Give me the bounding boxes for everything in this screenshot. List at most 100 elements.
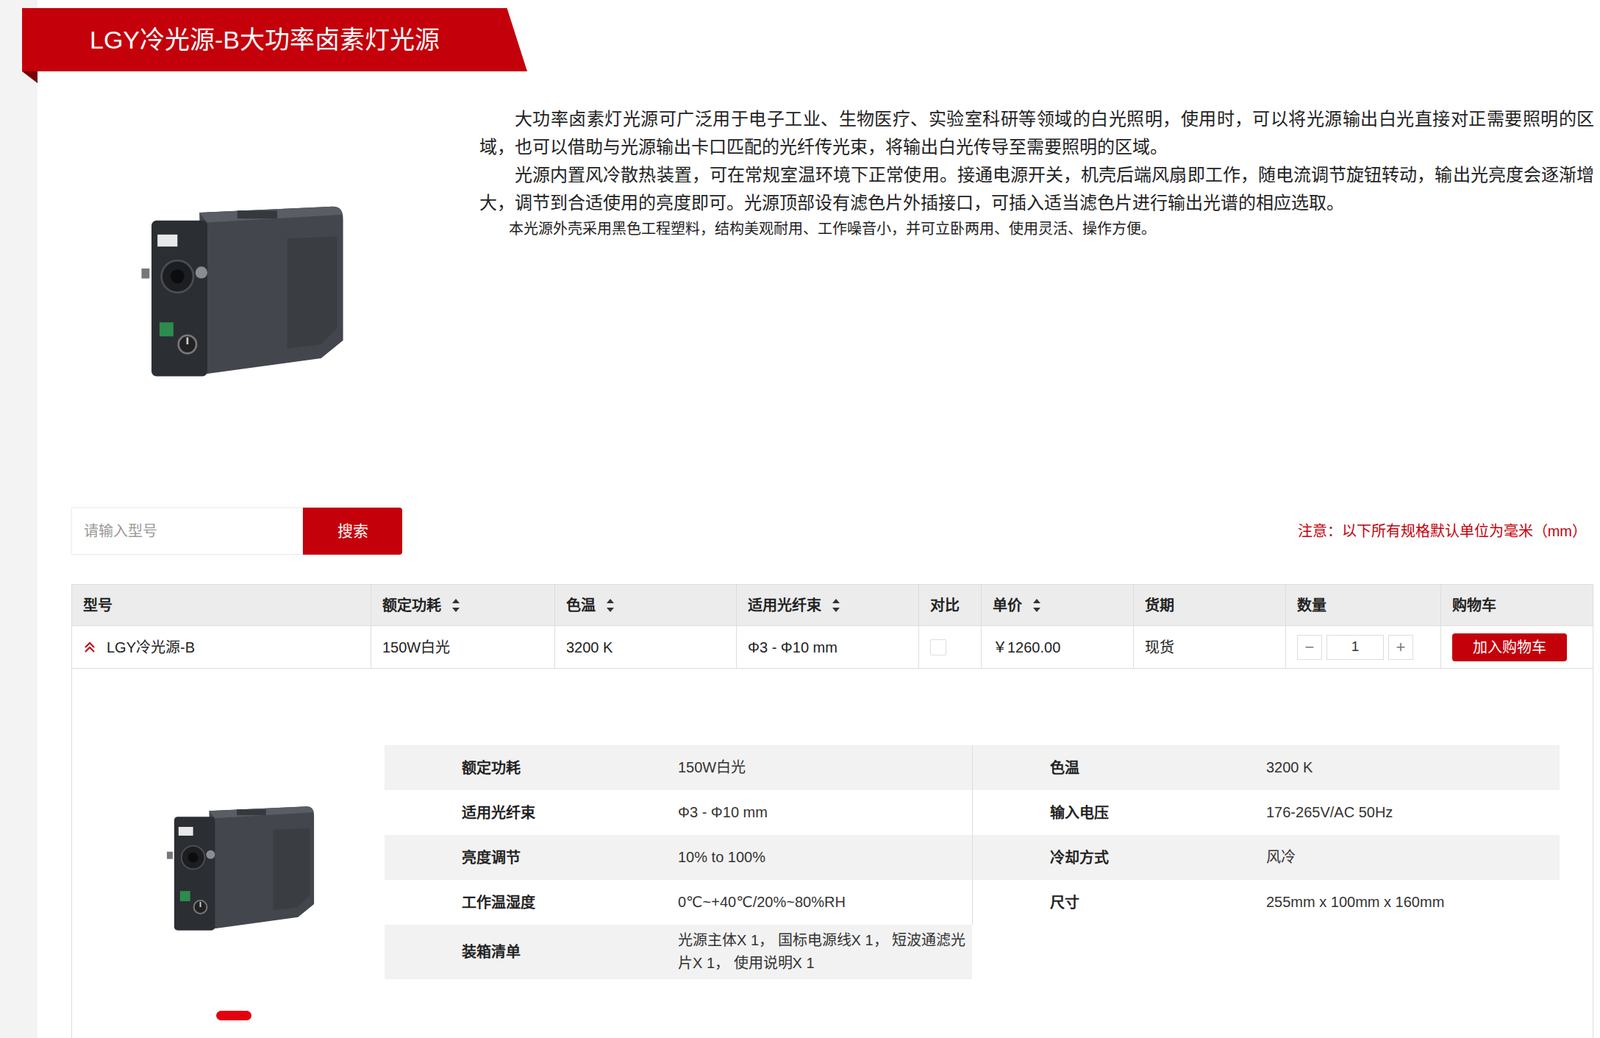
add-to-cart-button[interactable]: 加入购物车 (1452, 633, 1567, 662)
spec-label: 适用光纤束 (384, 801, 678, 824)
spec-label: 装箱清单 (384, 940, 678, 963)
spec-item: 冷却方式风冷 (972, 834, 1560, 880)
fiber-cell: Φ3 - Φ10 mm (736, 625, 920, 668)
table-header: 型号 额定功耗 色温 适用光纤束 对比 单价 货期 数量 购物车 (71, 583, 1594, 626)
detail-image (163, 796, 317, 939)
column-header[interactable]: 额定功耗 (371, 584, 556, 625)
spec-value: 255mm x 100mm x 160mm (1266, 890, 1560, 914)
spec-label: 额定功耗 (384, 756, 678, 779)
spec-row: 适用光纤束Φ3 - Φ10 mm输入电压176-265V/AC 50Hz (384, 789, 1560, 835)
spec-value: 150W白光 (677, 755, 973, 779)
product-intro: 大功率卤素灯光源可广泛用于电子工业、生物医疗、实验室科研等领域的白光照明，使用时… (37, 71, 1600, 508)
detail-gallery (72, 668, 385, 1038)
spec-value: 风冷 (1266, 845, 1560, 869)
quantity-cell: −+ (1286, 625, 1442, 668)
column-header[interactable]: 单价 (981, 584, 1134, 625)
column-header: 数量 (1286, 584, 1442, 625)
column-label: 对比 (930, 594, 960, 617)
compare-cell (919, 625, 982, 668)
spec-value: 3200 K (1266, 755, 1560, 779)
table-row: LGY冷光源-B 150W白光 3200 K Φ3 - Φ10 mm ￥1260.00 现… (71, 625, 1594, 669)
spec-label: 色温 (972, 756, 1267, 779)
increase-button[interactable]: + (1388, 634, 1414, 660)
column-label: 购物车 (1452, 594, 1497, 617)
spec-table: 额定功耗150W白光色温3200 K适用光纤束Φ3 - Φ10 mm输入电压17… (384, 744, 1560, 1038)
expand-chevron-icon[interactable] (83, 640, 97, 654)
sort-icon[interactable] (451, 597, 461, 614)
price-cell: ￥1260.00 (981, 625, 1134, 668)
column-label: 货期 (1144, 594, 1175, 617)
sort-icon[interactable] (605, 597, 615, 614)
carousel-dot[interactable] (216, 1010, 252, 1020)
column-label: 型号 (83, 594, 113, 617)
spec-value: 0℃~+40℃/20%~80%RH (677, 890, 973, 914)
spec-row: 装箱清单光源主体X 1， 国标电源线X 1， 短波通滤光片X 1， 使用说明X … (384, 924, 1560, 979)
product-table: 型号额定功耗色温适用光纤束对比单价货期数量购物车LGY冷光源-B150W白光32… (71, 583, 1594, 1038)
column-label: 适用光纤束 (747, 594, 822, 617)
spec-value: 光源主体X 1， 国标电源线X 1， 短波通滤光片X 1， 使用说明X 1 (677, 928, 973, 975)
spec-value: Φ3 - Φ10 mm (677, 800, 973, 824)
column-label: 额定功耗 (382, 594, 442, 617)
power-cell: 150W白光 (371, 625, 556, 668)
spec-row: 工作温湿度0℃~+40℃/20%~80%RH尺寸255mm x 100mm x … (384, 879, 1560, 925)
column-header: 购物车 (1441, 584, 1593, 625)
model-name: LGY冷光源-B (106, 636, 195, 659)
fiber-cell-text: Φ3 - Φ10 mm (747, 636, 838, 659)
column-label: 数量 (1297, 594, 1327, 617)
spec-item: 色温3200 K (972, 744, 1560, 790)
spec-row: 额定功耗150W白光色温3200 K (384, 744, 1560, 790)
column-header[interactable]: 适用光纤束 (736, 584, 920, 625)
search-button[interactable]: 搜索 (302, 507, 403, 555)
spec-item: 装箱清单光源主体X 1， 国标电源线X 1， 短波通滤光片X 1， 使用说明X … (384, 924, 973, 979)
power-cell-text: 150W白光 (382, 636, 450, 659)
quantity-input[interactable] (1326, 634, 1384, 660)
description-paragraph: 光源内置风冷散热装置，可在常规室温环境下正常使用。接通电源开关，机壳后端风扇即工… (479, 161, 1595, 217)
spec-item: 尺寸255mm x 100mm x 160mm (972, 879, 1560, 925)
ribbon-fold (22, 71, 38, 84)
model-cell: LGY冷光源-B (72, 625, 372, 668)
product-image (137, 198, 348, 384)
decrease-button[interactable]: − (1297, 634, 1323, 660)
column-label: 色温 (566, 594, 596, 617)
page-title: LGY冷光源-B大功率卤素灯光源 (22, 8, 528, 72)
sort-icon[interactable] (831, 597, 841, 614)
color-temp-cell: 3200 K (555, 625, 737, 668)
delivery-cell: 现货 (1133, 625, 1287, 668)
sort-icon[interactable] (1032, 597, 1042, 614)
spec-value: 10% to 100% (677, 845, 973, 869)
product-detail: 额定功耗150W白光色温3200 K适用光纤束Φ3 - Φ10 mm输入电压17… (71, 668, 1594, 1038)
title-ribbon: LGY冷光源-B大功率卤素灯光源 (22, 8, 528, 72)
price-cell-text: ￥1260.00 (992, 636, 1061, 659)
spec-label: 冷却方式 (972, 846, 1267, 869)
carousel-indicators (216, 1010, 385, 1020)
spec-label: 输入电压 (972, 801, 1267, 824)
unit-note: 注意：以下所有规格默认单位为毫米（mm） (1297, 519, 1587, 542)
page-panel: LGY冷光源-B大功率卤素灯光源大功率卤素灯光源可广泛用于电子工业、生物医疗、实… (37, 0, 1600, 1038)
spec-item: 适用光纤束Φ3 - Φ10 mm (384, 789, 973, 835)
column-header: 对比 (919, 584, 982, 625)
spec-item: 亮度调节10% to 100% (384, 834, 973, 880)
column-header: 型号 (72, 584, 372, 625)
spec-item: 额定功耗150W白光 (384, 744, 973, 790)
product-description: 大功率卤素灯光源可广泛用于电子工业、生物医疗、实验室科研等领域的白光照明，使用时… (479, 71, 1600, 508)
column-label: 单价 (992, 594, 1023, 617)
spec-label: 工作温湿度 (384, 891, 678, 914)
quantity-stepper: −+ (1297, 634, 1414, 660)
spec-label: 尺寸 (972, 891, 1267, 914)
column-header: 货期 (1133, 584, 1287, 625)
spec-value: 176-265V/AC 50Hz (1266, 800, 1560, 824)
search-input[interactable] (71, 507, 303, 555)
spec-row: 亮度调节10% to 100%冷却方式风冷 (384, 834, 1560, 880)
spec-item: 输入电压176-265V/AC 50Hz (972, 789, 1560, 835)
compare-checkbox[interactable] (930, 638, 947, 656)
description-paragraph: 本光源外壳采用黑色工程塑料，结构美观耐用、工作噪音小，并可立卧两用、使用灵活、操… (479, 216, 1595, 241)
search-bar: 搜索 注意：以下所有规格默认单位为毫米（mm） (71, 507, 1600, 555)
column-header[interactable]: 色温 (555, 584, 737, 625)
product-image-area (37, 71, 480, 508)
cart-cell: 加入购物车 (1441, 625, 1593, 668)
description-paragraph: 大功率卤素灯光源可广泛用于电子工业、生物医疗、实验室科研等领域的白光照明，使用时… (479, 105, 1595, 162)
spec-label: 亮度调节 (384, 846, 678, 869)
delivery-cell-text: 现货 (1144, 636, 1175, 659)
spec-item: 工作温湿度0℃~+40℃/20%~80%RH (384, 879, 973, 925)
color-temp-cell-text: 3200 K (566, 636, 613, 659)
